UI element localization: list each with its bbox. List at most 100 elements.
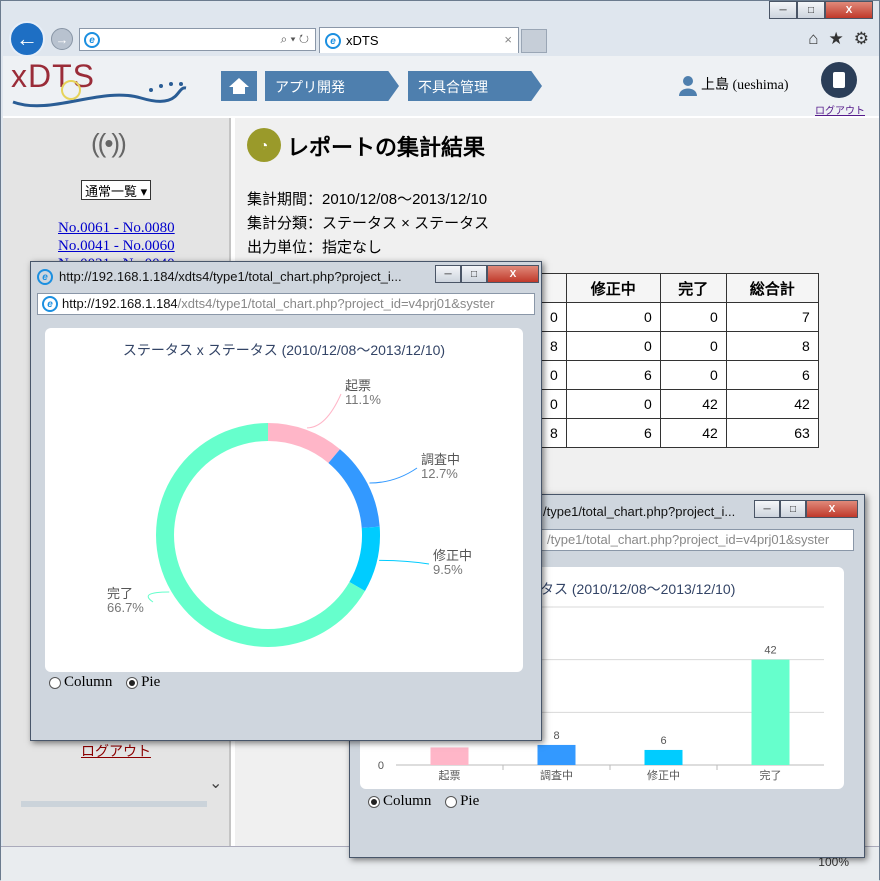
bar[interactable]: [430, 747, 469, 765]
range-link[interactable]: No.0041 - No.0060: [58, 238, 175, 255]
back-arrow-icon: ←: [16, 26, 38, 51]
radio-pie[interactable]: [126, 676, 139, 689]
radio-column[interactable]: [368, 795, 380, 808]
bar[interactable]: [644, 749, 683, 765]
scroll-down-icon[interactable]: ⌄: [209, 773, 222, 793]
table-cell: 6: [725, 360, 819, 390]
table-cell: 42: [659, 389, 727, 419]
close-button[interactable]: X: [487, 265, 539, 283]
view-select[interactable]: 通常一覧 ▾: [81, 180, 152, 200]
minimize-button[interactable]: ─: [754, 500, 780, 518]
maximize-button[interactable]: □: [797, 1, 825, 19]
page-title: レポートの集計結果: [287, 135, 486, 160]
popup-url-bar[interactable]: /type1/total_chart.php?project_id=v4prj0…: [540, 529, 854, 551]
window-controls: ─ □ X: [769, 1, 873, 19]
table-cell: 42: [659, 418, 727, 448]
pie-slice[interactable]: [268, 423, 340, 463]
ie-logo-icon: e: [37, 269, 53, 285]
popup-window-controls: ─ □ X: [435, 265, 539, 283]
popup-window-controls: ─ □ X: [754, 500, 858, 518]
category-label: 調査中: [540, 768, 573, 782]
maximize-button[interactable]: □: [461, 265, 487, 283]
breadcrumb-bug-management[interactable]: 不具合管理: [408, 71, 542, 101]
table-cell: 6: [565, 360, 661, 390]
table-row: 8 6 42 63: [541, 418, 819, 448]
tab-close-icon[interactable]: ×: [504, 32, 512, 47]
popup-title: http://192.168.1.184/xdts4/type1/total_c…: [59, 269, 402, 284]
radio-column[interactable]: [49, 676, 61, 689]
chart-type-radios: Column Pie: [49, 674, 160, 691]
pie-percent-label: 12.7%: [421, 466, 458, 481]
data-label: 8: [553, 730, 559, 742]
tab-title: xDTS: [346, 33, 379, 48]
pie-label: 完了: [107, 586, 133, 601]
breadcrumb-app-dev[interactable]: アプリ開発: [265, 71, 399, 101]
table-cell: 0: [659, 360, 727, 390]
report-category: 集計分類：ステータス × ステータス: [247, 215, 490, 232]
close-button[interactable]: X: [825, 1, 873, 19]
breadcrumb-home[interactable]: [221, 71, 257, 101]
address-bar[interactable]: e ⌕ ▾ ↻: [79, 28, 316, 51]
radio-pie-label: Pie: [141, 674, 161, 690]
pie-percent-label: 11.1%: [345, 392, 381, 407]
table-cell: 8: [725, 331, 819, 361]
broadcast-icon: ((•)): [91, 128, 127, 158]
ie-logo-icon: e: [325, 33, 341, 49]
category-label: 起票: [439, 769, 461, 782]
bar[interactable]: [537, 744, 576, 765]
table-row: 0606: [541, 360, 819, 390]
forward-arrow-icon: →: [55, 31, 69, 47]
popup-url-bar[interactable]: e http://192.168.1.184/xdts4/type1/total…: [37, 293, 535, 315]
close-button[interactable]: X: [806, 500, 858, 518]
table-cell: 0: [565, 331, 661, 361]
logout-link-top[interactable]: ログアウト: [815, 102, 865, 117]
data-label: 42: [764, 645, 776, 657]
pie-connector: [147, 591, 170, 603]
table-header: 完了: [659, 273, 727, 303]
browser-toolbar: ⌂ ★ ⚙: [808, 29, 869, 49]
radio-pie[interactable]: [445, 795, 458, 808]
radio-column-label: Column: [383, 793, 432, 809]
horizontal-scrollbar[interactable]: [21, 801, 207, 807]
pie-connector: [379, 559, 430, 565]
settings-gear-icon[interactable]: ⚙: [854, 29, 869, 49]
minimize-button[interactable]: ─: [769, 1, 797, 19]
table-row: 0 0 42 42: [541, 389, 819, 419]
tab-xdts[interactable]: e xDTS ×: [319, 27, 519, 53]
home-icon[interactable]: ⌂: [808, 29, 818, 49]
pie-chart-card: ステータス x ステータス (2010/12/08〜2013/12/10) 起票…: [45, 328, 523, 672]
popup-url-path: /xdts4/type1/total_chart.php?project_id=…: [177, 296, 495, 311]
new-tab-button[interactable]: [521, 29, 547, 53]
table-header: [541, 273, 567, 303]
pie-chart-popup: e http://192.168.1.184/xdts4/type1/total…: [30, 261, 542, 741]
range-link[interactable]: No.0061 - No.0080: [58, 220, 175, 237]
user-icon: [679, 76, 697, 96]
pie-slice[interactable]: [349, 526, 380, 591]
radio-column-label: Column: [64, 674, 113, 690]
back-button[interactable]: ←: [9, 21, 45, 57]
report-chart-icon: ◔: [247, 128, 281, 162]
table-cell: 0: [659, 302, 727, 332]
app-header: xDTS アプリ開発 不具合管理 上島 (ueshima) ログアウト: [3, 56, 879, 117]
table-header: 総合計: [725, 273, 819, 303]
maximize-button[interactable]: □: [780, 500, 806, 518]
pie-slice[interactable]: [328, 449, 380, 528]
forward-button[interactable]: →: [51, 28, 73, 50]
logo-wave-icon: [12, 80, 187, 108]
bar[interactable]: [751, 659, 790, 765]
table-header: 修正中: [565, 273, 661, 303]
address-actions-icon[interactable]: ⌕ ▾ ↻: [280, 32, 309, 47]
radio-pie-label: Pie: [460, 793, 480, 809]
pie-label: 調査中: [421, 452, 460, 467]
ie-logo-icon: e: [42, 296, 58, 312]
logout-icon[interactable]: [821, 62, 857, 98]
logout-link-side[interactable]: ログアウト: [81, 741, 151, 761]
favorites-star-icon[interactable]: ★: [829, 29, 844, 49]
minimize-button[interactable]: ─: [435, 265, 461, 283]
table-cell: 0: [541, 360, 567, 390]
table-cell: 7: [725, 302, 819, 332]
user-name: 上島 (ueshima): [701, 78, 789, 93]
popup-url-text: /type1/total_chart.php?project_id=v4prj0…: [547, 532, 830, 547]
data-label: 6: [660, 735, 666, 747]
table-cell: 0: [565, 302, 661, 332]
